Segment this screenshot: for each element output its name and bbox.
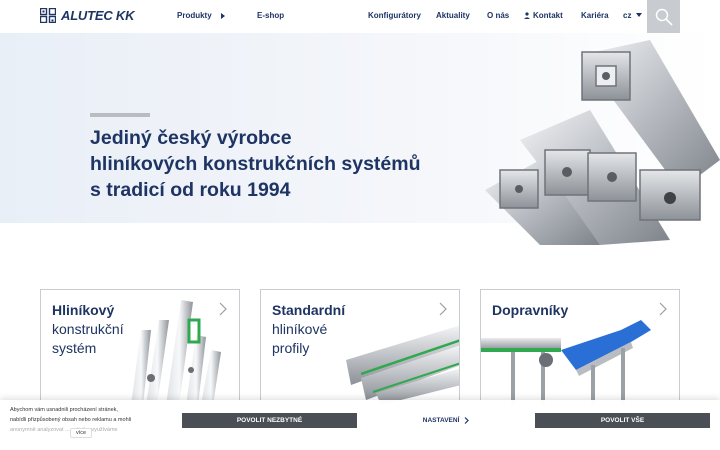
hero-title-line: Jediný český výrobce: [90, 127, 292, 149]
logo-text: ALUTEC KK: [61, 8, 135, 23]
caret-right-icon: [220, 12, 225, 19]
chevron-right-icon: [659, 302, 667, 316]
chevron-right-icon: [219, 302, 227, 316]
nav-o-nas[interactable]: O nás: [487, 11, 509, 20]
card-title-line: hliníkové: [272, 321, 328, 337]
nav-konfiguratory[interactable]: Konfigurátory: [368, 11, 421, 20]
cookie-text-line: nabídli přizpůsobený obsah nebo reklamu …: [10, 417, 132, 423]
aluminium-profiles-image: [485, 40, 720, 245]
nav-produkty-label: Produkty: [177, 11, 212, 20]
settings-label: NASTAVENÍ: [422, 417, 460, 424]
card-dopravniky[interactable]: Dopravníky: [480, 289, 680, 404]
card-title-line: konstrukční: [52, 321, 124, 337]
language-label: cz: [623, 11, 632, 20]
cookie-more-button[interactable]: více: [70, 428, 92, 438]
card-title: Hliníkový konstrukční systém: [52, 301, 124, 358]
card-title-line: Standardní: [272, 302, 346, 318]
search-button[interactable]: [647, 0, 680, 33]
logo[interactable]: ALUTEC KK: [40, 8, 135, 23]
hero-title-line: hliníkových konstrukčních systémů: [90, 153, 421, 175]
card-title-line: Dopravníky: [492, 302, 569, 318]
nav-aktuality[interactable]: Aktuality: [436, 11, 470, 20]
nav-produkty[interactable]: Produkty: [177, 11, 226, 20]
cookie-consent-bar: Abychom vám usnadnili procházení stránek…: [0, 400, 720, 450]
nav-eshop[interactable]: E-shop: [257, 11, 284, 20]
card-title-line: systém: [52, 340, 97, 356]
caret-down-icon: [635, 13, 642, 18]
card-title-line: profily: [272, 340, 310, 356]
person-icon: [524, 12, 530, 20]
nav-kontakt-label: Kontakt: [533, 11, 563, 20]
logo-mark-icon: [40, 8, 56, 23]
site-header: ALUTEC KK Produkty E-shop Konfigurátory …: [0, 0, 720, 33]
card-title: Standardní hliníkové profily: [272, 301, 345, 358]
card-standardni-profily[interactable]: Standardní hliníkové profily: [260, 289, 460, 404]
allow-all-button[interactable]: POVOLIT VŠE: [535, 413, 710, 428]
card-konstrukcni-system[interactable]: Hliníkový konstrukční systém: [40, 289, 240, 404]
language-select[interactable]: cz: [623, 11, 642, 20]
nav-kariera[interactable]: Kariéra: [581, 11, 609, 20]
chevron-right-icon: [439, 302, 447, 316]
allow-necessary-button[interactable]: POVOLIT NEZBYTNÉ: [182, 413, 357, 428]
hero-title: Jediný český výrobce hliníkových konstru…: [90, 125, 470, 203]
nav-kontakt[interactable]: Kontakt: [524, 11, 563, 20]
search-icon: [655, 8, 673, 26]
chevron-right-icon: [464, 416, 470, 424]
hero-title-line: s tradicí od roku 1994: [90, 179, 291, 201]
hero-accent-bar: [90, 113, 150, 117]
settings-button[interactable]: NASTAVENÍ: [360, 413, 532, 428]
cookie-text-line: Abychom vám usnadnili procházení stránek…: [10, 407, 118, 413]
card-title: Dopravníky: [492, 301, 568, 320]
card-title-line: Hliníkový: [52, 302, 115, 318]
